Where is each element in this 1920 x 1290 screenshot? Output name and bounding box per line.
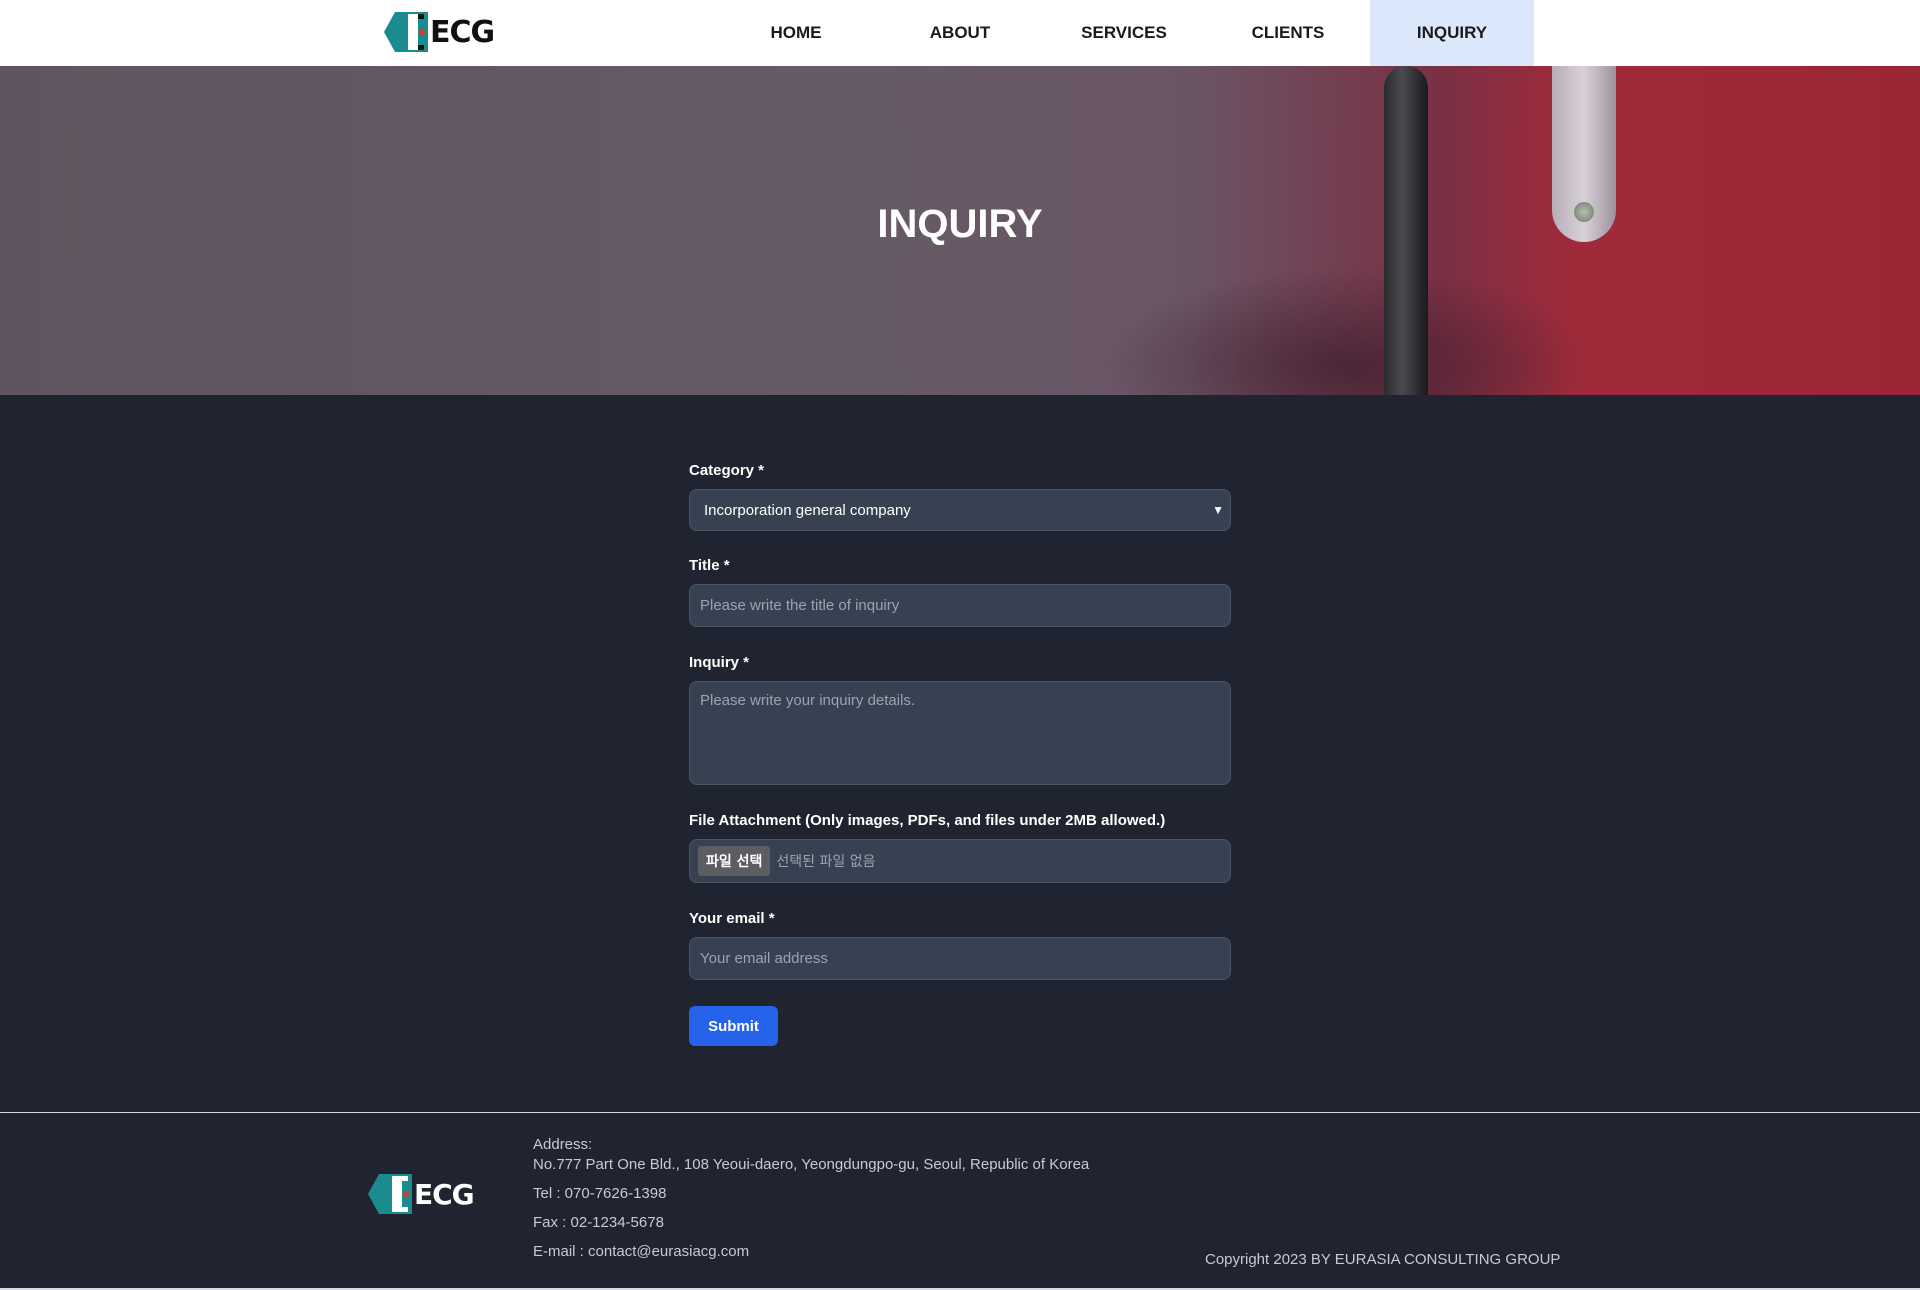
email-label: Your email *: [689, 910, 775, 927]
nav-item-about[interactable]: ABOUT: [878, 0, 1042, 66]
title-label: Title *: [689, 557, 730, 574]
site-header: ECG HOME ABOUT SERVICES CLIENTS INQUIRY: [0, 0, 1920, 66]
footer-logo-wordmark: ECG: [414, 1177, 475, 1211]
footer-logo[interactable]: ECG: [368, 1174, 475, 1214]
file-input[interactable]: 파일 선택 선택된 파일 없음: [689, 839, 1231, 883]
category-label: Category *: [689, 462, 765, 479]
nav-item-services[interactable]: SERVICES: [1042, 0, 1206, 66]
title-input[interactable]: [689, 584, 1231, 627]
nav-item-clients[interactable]: CLIENTS: [1206, 0, 1370, 66]
submit-button[interactable]: Submit: [689, 1006, 778, 1046]
nav-item-inquiry[interactable]: INQUIRY: [1370, 0, 1534, 66]
site-logo[interactable]: ECG: [384, 12, 495, 52]
page-title: INQUIRY: [877, 202, 1043, 246]
inquiry-textarea[interactable]: [689, 681, 1231, 785]
category-select[interactable]: Incorporation general company ▼: [689, 489, 1231, 531]
address-text: No.777 Part One Bld., 108 Yeoui-daero, Y…: [533, 1156, 1090, 1173]
email-input[interactable]: [689, 937, 1231, 980]
tel-text: Tel : 070-7626-1398: [533, 1185, 667, 1202]
file-attachment-label: File Attachment (Only images, PDFs, and …: [689, 812, 1166, 829]
email-text: E-mail : contact@eurasiacg.com: [533, 1243, 750, 1260]
hero-banner: INQUIRY: [0, 66, 1920, 395]
logo-wordmark: ECG: [430, 14, 495, 50]
address-label: Address:: [533, 1136, 593, 1153]
ecg-logo-icon: [368, 1174, 412, 1214]
ecg-logo-icon: [384, 12, 428, 52]
main-nav: HOME ABOUT SERVICES CLIENTS INQUIRY: [714, 0, 1534, 66]
nav-item-home[interactable]: HOME: [714, 0, 878, 66]
category-selected-value: Incorporation general company: [704, 501, 911, 519]
copyright-text: Copyright 2023 BY EURASIA CONSULTING GRO…: [1205, 1251, 1561, 1268]
footer-divider: [0, 1112, 1920, 1113]
choose-file-button[interactable]: 파일 선택: [698, 846, 771, 876]
inquiry-label: Inquiry *: [689, 654, 750, 671]
file-status-text: 선택된 파일 없음: [776, 854, 876, 870]
chevron-down-icon: ▼: [1212, 503, 1224, 517]
fax-text: Fax : 02-1234-5678: [533, 1214, 664, 1231]
